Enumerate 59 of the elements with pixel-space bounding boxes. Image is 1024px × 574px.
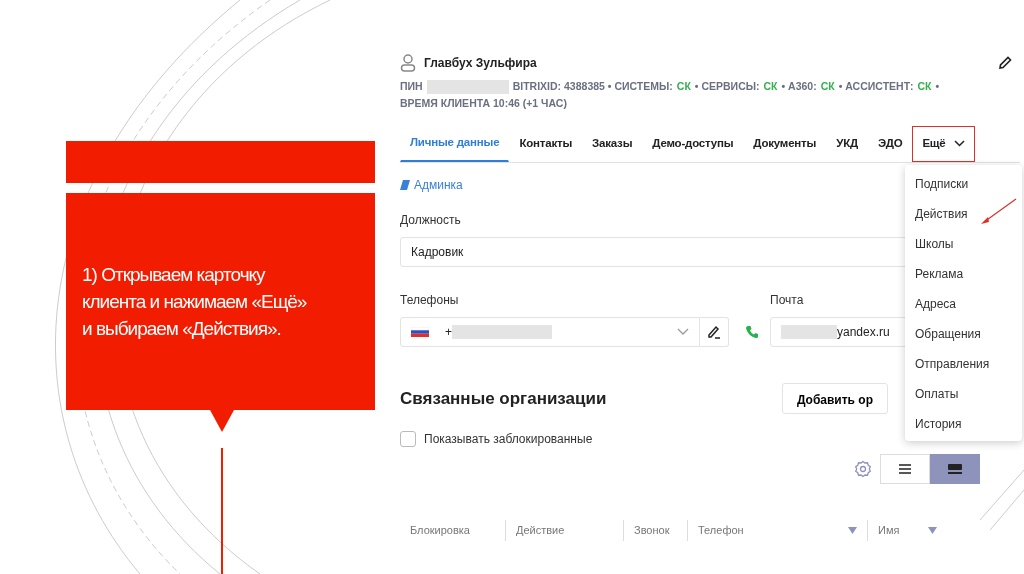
cube-icon — [400, 180, 410, 191]
column-header[interactable]: Действие — [505, 520, 623, 541]
add-organization-button[interactable]: Добавить ор — [781, 383, 888, 415]
field-label: Почта — [770, 292, 804, 310]
flag-icon — [411, 327, 429, 338]
tab[interactable]: ЭДО — [867, 126, 913, 163]
status-text: СК — [820, 79, 835, 94]
tab[interactable]: Документы — [743, 126, 827, 163]
menu-item[interactable]: Обращения — [905, 318, 1022, 348]
tab[interactable]: УКД — [826, 126, 868, 163]
tab[interactable]: Демо-доступы — [642, 126, 744, 163]
meta-text: • СЕРВИСЫ: — [694, 79, 760, 94]
phone-icon[interactable] — [745, 325, 759, 340]
phone-field[interactable]: + — [400, 317, 700, 348]
tab[interactable]: Личные данные — [400, 126, 510, 163]
tab[interactable]: Заказы — [582, 126, 643, 163]
redacted-block — [781, 325, 837, 340]
column-header[interactable]: Имя — [867, 520, 947, 541]
menu-icon — [899, 464, 911, 475]
client-name: Главбух Зульфира — [424, 55, 537, 72]
edit-phone-button[interactable] — [700, 317, 729, 348]
checkbox[interactable] — [400, 431, 416, 448]
edit-icon[interactable] — [998, 56, 1012, 70]
meta-text: • — [935, 79, 940, 94]
section-title: Связанные организации — [400, 388, 607, 410]
status-text: СК — [917, 79, 932, 94]
field-label: Телефоны — [400, 292, 459, 310]
card-view-icon — [948, 464, 962, 475]
meta-text: ПИН — [400, 79, 423, 94]
filter-icon[interactable] — [928, 527, 937, 534]
menu-item[interactable]: Отправления — [905, 348, 1022, 378]
column-header[interactable]: Звонок — [623, 520, 687, 541]
menu-item[interactable]: История — [905, 408, 1022, 438]
caption-text: 1) Открываем карточку клиента и нажимаем «Ещё» и выбираем «Действия». — [82, 263, 308, 341]
person-icon — [400, 54, 416, 72]
meta-text: ВРЕМЯ КЛИЕНТА 10:46 (+1 ЧАС) — [400, 96, 567, 111]
tab[interactable]: Ещё — [912, 126, 975, 163]
menu-item[interactable]: Действия — [905, 198, 1022, 228]
list-view-button[interactable] — [880, 454, 930, 485]
tab[interactable]: Контакты — [509, 126, 583, 163]
menu-item[interactable]: Оплаты — [905, 378, 1022, 408]
status-text: СК — [763, 79, 778, 94]
checkbox-label: Показывать заблокированные — [424, 431, 593, 449]
meta-text: • А360: — [781, 79, 817, 94]
field-label: Должность — [400, 212, 461, 230]
filter-icon[interactable] — [848, 527, 857, 534]
menu-item[interactable]: Подписки — [905, 168, 1022, 198]
menu-item[interactable]: Адреса — [905, 288, 1022, 318]
column-header[interactable]: Блокировка — [400, 520, 505, 541]
chevron-down-icon — [677, 328, 689, 337]
chevron-down-icon — [953, 139, 965, 147]
admin-link[interactable]: Админка — [400, 176, 463, 195]
column-header[interactable]: Телефон — [687, 520, 867, 541]
meta-text: • АССИСТЕНТ: — [838, 79, 914, 94]
meta-text: BITRIXID: 4388385 • СИСТЕМЫ: — [512, 79, 673, 94]
status-text: СК — [676, 79, 691, 94]
card-view-button[interactable] — [930, 454, 980, 485]
pen-icon — [707, 325, 721, 340]
settings-icon[interactable] — [854, 460, 872, 479]
